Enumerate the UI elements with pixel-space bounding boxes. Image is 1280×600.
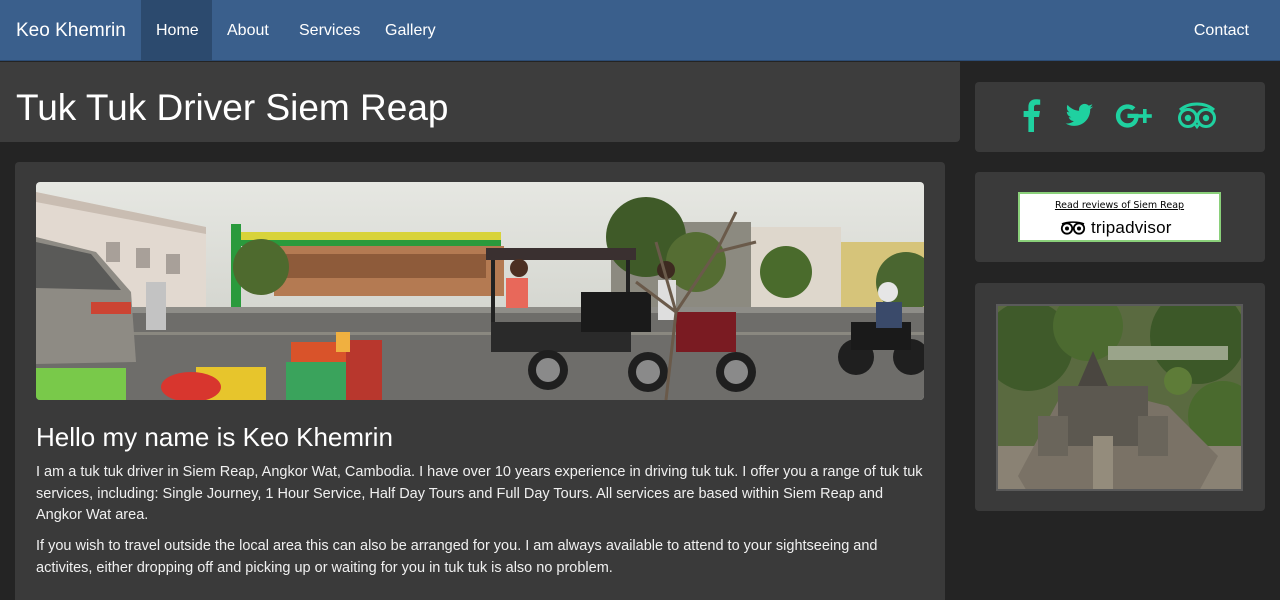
nav-item-contact[interactable]: Contact bbox=[1179, 0, 1264, 61]
facebook-icon[interactable] bbox=[1011, 97, 1053, 135]
nav-item-services[interactable]: Services bbox=[284, 0, 375, 61]
intro-paragraph: I am a tuk tuk driver in Siem Reap, Angk… bbox=[36, 464, 923, 523]
temple-photo bbox=[996, 304, 1243, 491]
travel-paragraph: If you wish to travel outside the local … bbox=[36, 538, 878, 576]
top-navbar: Keo Khemrin Home About Services Gallery … bbox=[0, 0, 1280, 61]
page-title: Tuk Tuk Driver Siem Reap bbox=[16, 87, 449, 128]
tripadvisor-owl-icon bbox=[1060, 221, 1086, 235]
nav-item-home[interactable]: Home bbox=[141, 0, 212, 61]
tripadvisor-logo-text: tripadvisor bbox=[1091, 218, 1172, 237]
twitter-icon[interactable] bbox=[1057, 97, 1099, 135]
tripadvisor-badge[interactable]: Read reviews of Siem Reap tripadvisor bbox=[1018, 192, 1221, 242]
tripadvisor-read-link[interactable]: Read reviews of Siem Reap bbox=[1020, 200, 1219, 211]
google-plus-icon[interactable] bbox=[1113, 97, 1155, 135]
nav-item-gallery[interactable]: Gallery bbox=[370, 0, 451, 61]
tripadvisor-icon[interactable] bbox=[1176, 97, 1218, 135]
hero-image bbox=[36, 182, 924, 400]
brand-link[interactable]: Keo Khemrin bbox=[16, 0, 126, 61]
hello-heading: Hello my name is Keo Khemrin bbox=[36, 422, 393, 452]
nav-item-about[interactable]: About bbox=[212, 0, 284, 61]
